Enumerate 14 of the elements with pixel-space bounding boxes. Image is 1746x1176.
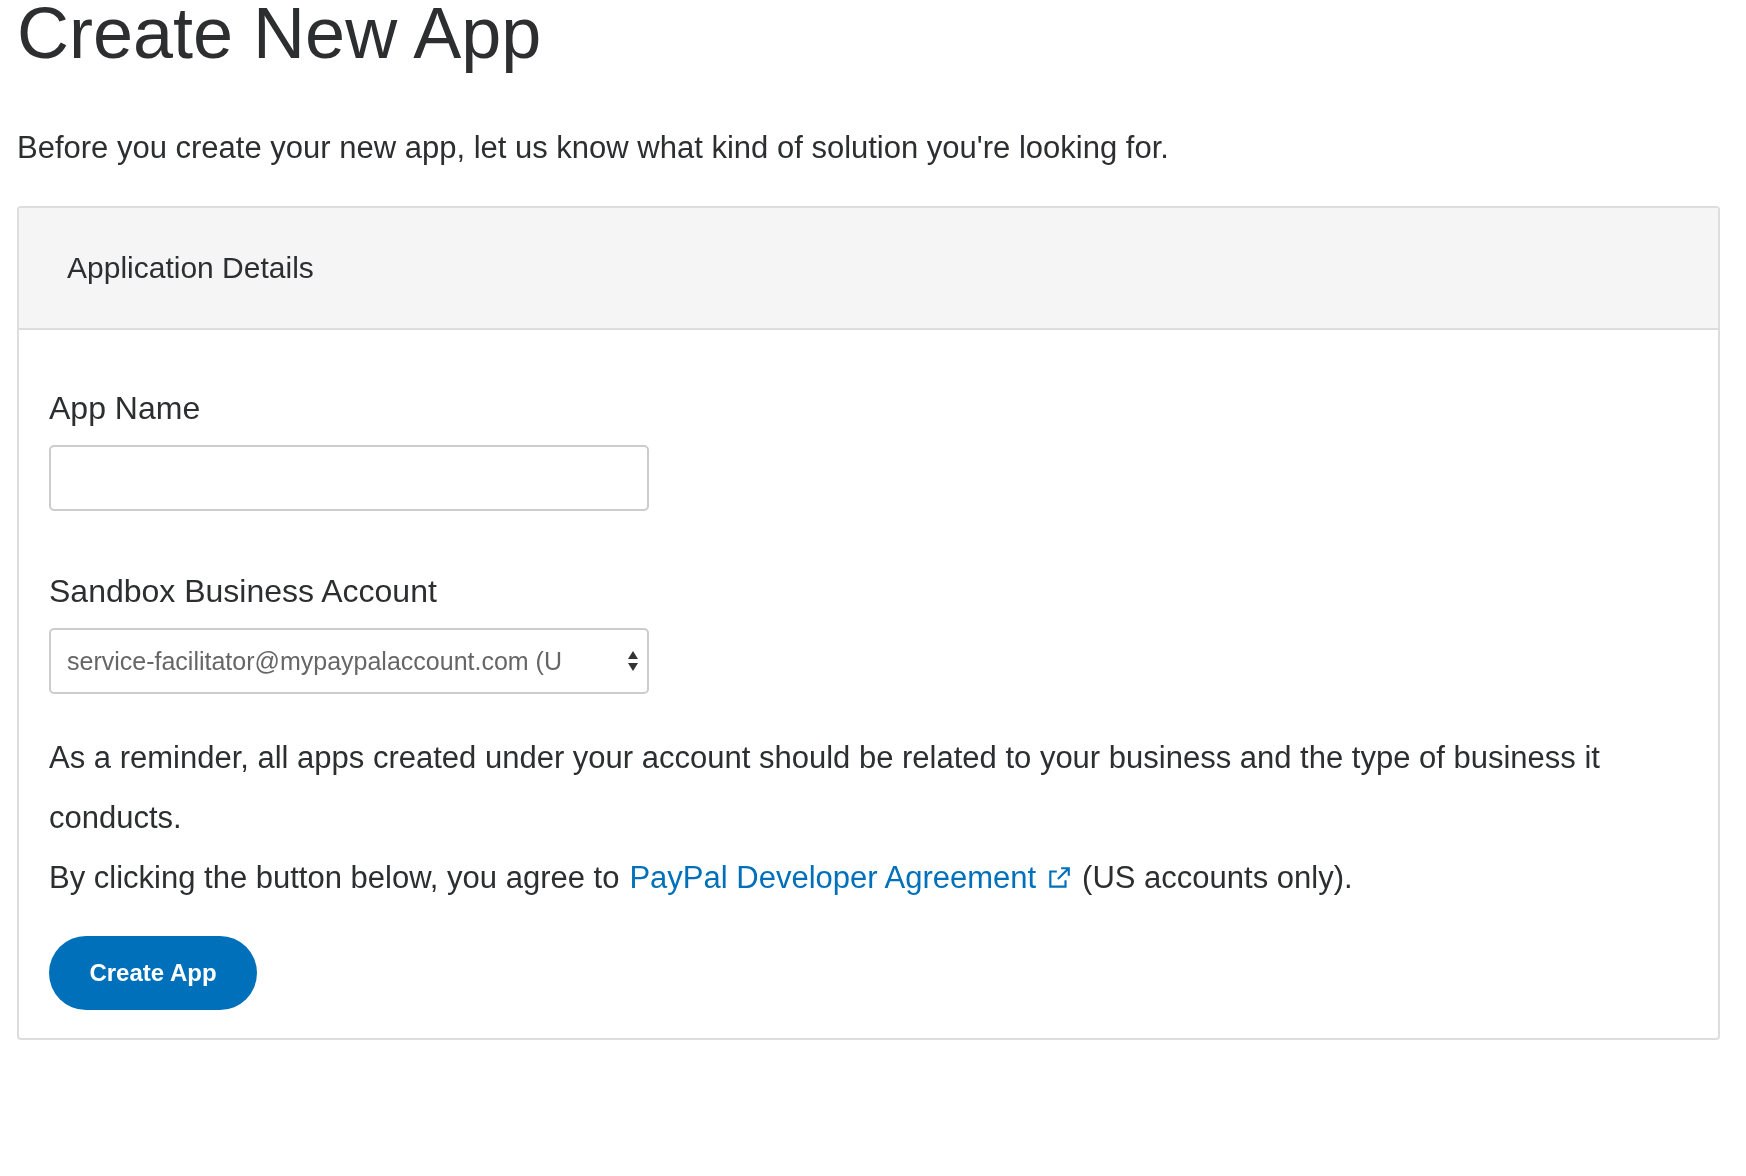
agreement-text: By clicking the button below, you agree to (49, 859, 620, 897)
create-app-button[interactable]: Create App (49, 936, 257, 1010)
page-title: Create New App (17, 0, 543, 75)
reminder-text: As a reminder, all apps created under your account should be related to your business and the type of business it conducts. (49, 739, 1601, 837)
sort-arrows-icon (627, 650, 639, 672)
field-label: App Name (49, 390, 202, 427)
intro-text: Before you create your new app, let us know what kind of solution you're looking for. (17, 130, 1170, 166)
card-title: Application Details (67, 251, 314, 285)
external-link-icon (1046, 865, 1073, 891)
agreement-note: (US accounts only). (1082, 859, 1353, 897)
input-field[interactable] (49, 445, 649, 511)
dropdown-field[interactable]: service-facilitator@mypaypalaccount.com (U (49, 628, 649, 694)
agreement-link[interactable]: PayPal Developer Agreement (629, 848, 1037, 908)
field-label: Sandbox Business Account (49, 573, 438, 610)
